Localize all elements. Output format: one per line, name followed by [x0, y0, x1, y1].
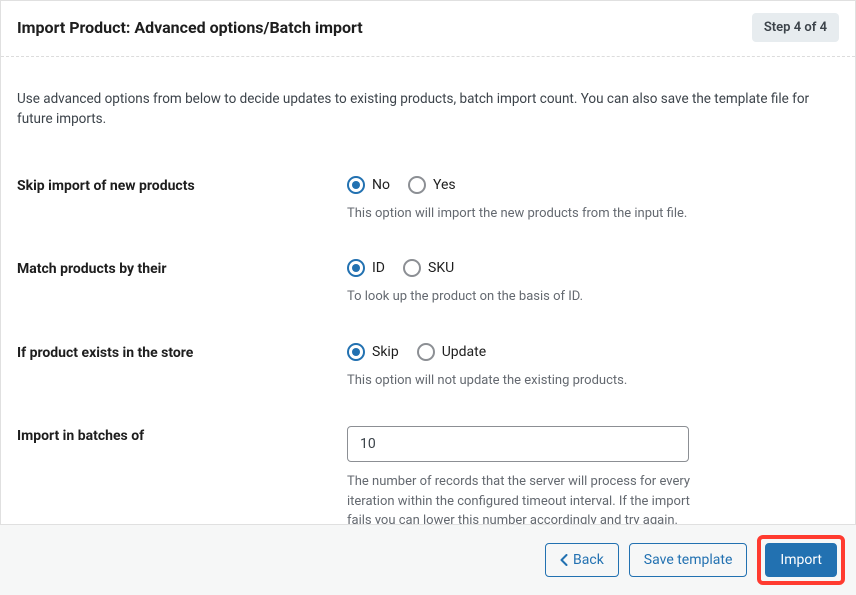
radio-match-sku[interactable]: SKU: [403, 259, 454, 277]
help-if-exists: This option will not update the existing…: [347, 371, 839, 391]
row-skip-new-products: Skip import of new products No Yes This …: [17, 176, 839, 224]
radio-icon: [347, 343, 365, 361]
radio-skip-new-yes[interactable]: Yes: [408, 176, 456, 194]
back-button-label: Back: [573, 551, 604, 569]
intro-text: Use advanced options from below to decid…: [17, 89, 839, 130]
radio-icon: [347, 176, 365, 194]
batch-size-input[interactable]: [347, 426, 689, 462]
control-if-exists: Skip Update This option will not update …: [347, 343, 839, 391]
radio-icon: [408, 176, 426, 194]
header: Import Product: Advanced options/Batch i…: [1, 1, 855, 57]
radio-label: SKU: [428, 260, 454, 276]
label-match-by: Match products by their: [17, 259, 347, 277]
radio-label: No: [372, 177, 390, 193]
page-title: Import Product: Advanced options/Batch i…: [17, 18, 363, 37]
radio-exists-skip[interactable]: Skip: [347, 343, 399, 361]
save-template-button[interactable]: Save template: [629, 543, 748, 577]
step-badge: Step 4 of 4: [752, 13, 839, 42]
radio-match-id[interactable]: ID: [347, 259, 385, 277]
radio-label: Yes: [433, 177, 456, 193]
help-match-by: To look up the product on the basis of I…: [347, 287, 839, 307]
footer: Back Save template Import: [0, 524, 856, 595]
radio-skip-new-no[interactable]: No: [347, 176, 390, 194]
body: Use advanced options from below to decid…: [1, 57, 855, 590]
back-button[interactable]: Back: [545, 543, 619, 577]
chevron-left-icon: [560, 554, 568, 566]
radio-label: ID: [372, 260, 385, 276]
import-button-label: Import: [780, 551, 822, 569]
label-if-exists: If product exists in the store: [17, 343, 347, 361]
control-match-by: ID SKU To look up the product on the bas…: [347, 259, 839, 307]
help-skip-new: This option will import the new products…: [347, 204, 839, 224]
import-highlight: Import: [757, 535, 845, 585]
label-skip-new: Skip import of new products: [17, 176, 347, 194]
radio-icon: [403, 259, 421, 277]
save-template-label: Save template: [644, 551, 733, 569]
radio-exists-update[interactable]: Update: [417, 343, 486, 361]
radio-label: Skip: [372, 344, 399, 360]
radio-label: Update: [442, 344, 486, 360]
control-skip-new: No Yes This option will import the new p…: [347, 176, 839, 224]
row-if-exists: If product exists in the store Skip Upda…: [17, 343, 839, 391]
row-match-by: Match products by their ID SKU To look u…: [17, 259, 839, 307]
radio-icon: [417, 343, 435, 361]
label-batches: Import in batches of: [17, 426, 347, 444]
import-button[interactable]: Import: [765, 543, 837, 577]
radio-icon: [347, 259, 365, 277]
